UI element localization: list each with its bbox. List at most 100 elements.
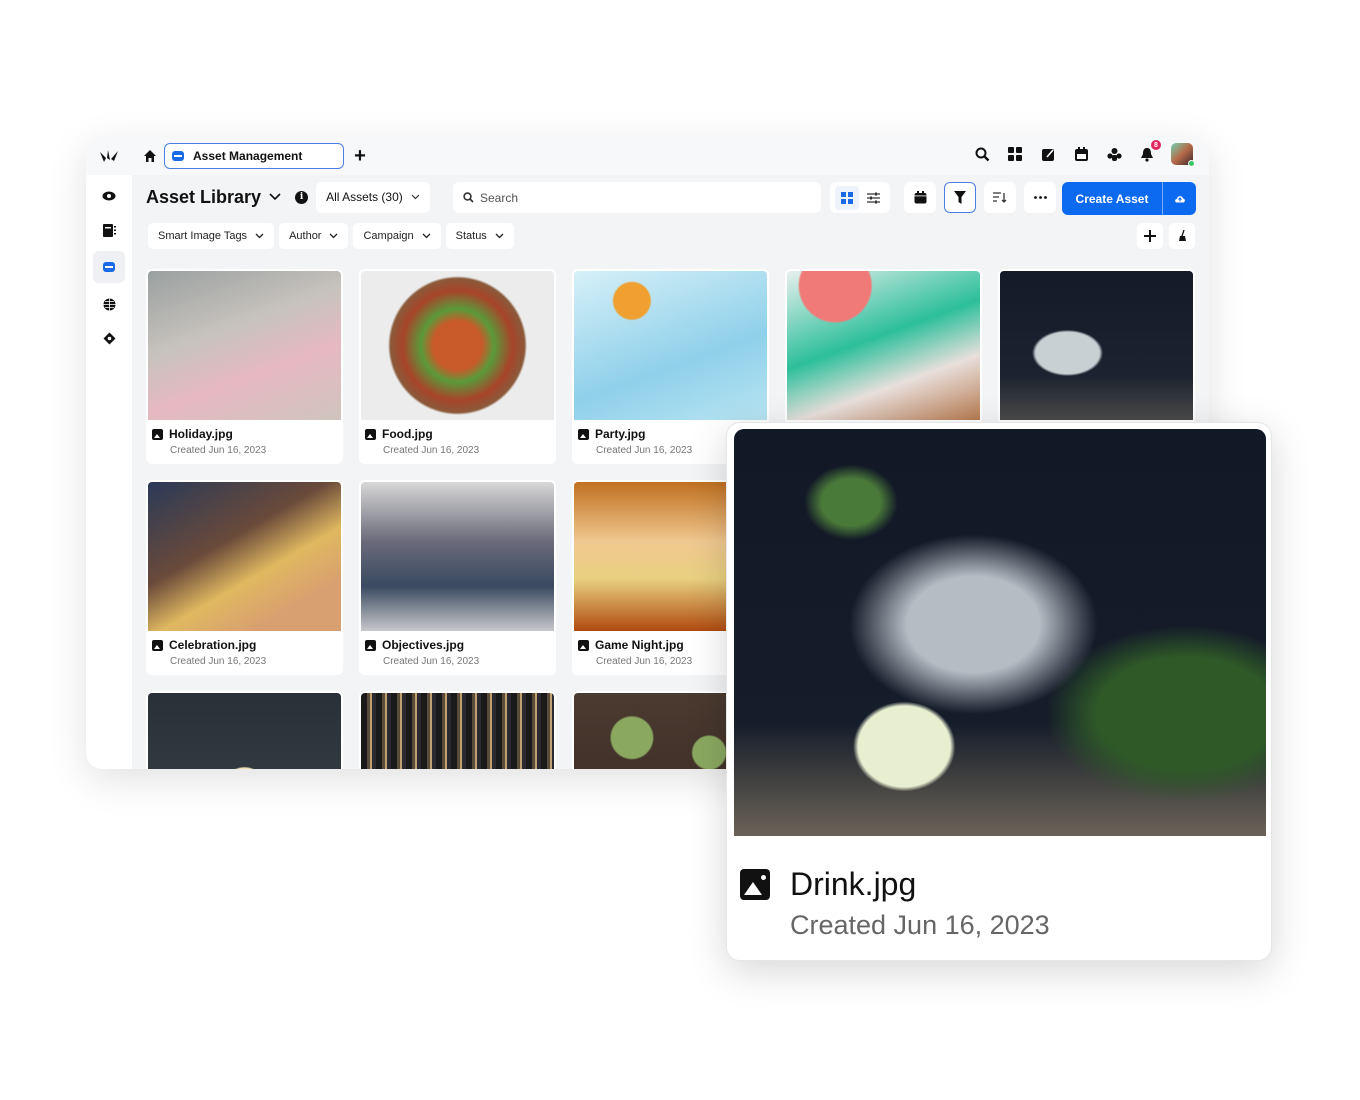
sort-icon — [993, 192, 1007, 203]
asset-date: Created Jun 16, 2023 — [170, 445, 267, 456]
image-file-icon — [578, 639, 589, 651]
chevron-down-icon — [411, 194, 420, 200]
search-icon[interactable] — [973, 145, 991, 163]
chevron-down-icon — [495, 233, 504, 239]
filter-smart-image-tags[interactable]: Smart Image Tags — [148, 223, 275, 249]
info-icon[interactable]: i — [295, 190, 309, 204]
asset-box-icon — [102, 261, 116, 273]
asset-name: Party.jpg — [595, 427, 646, 441]
ticket-icon — [103, 332, 116, 345]
plus-icon — [1144, 230, 1156, 242]
calendar-icon — [914, 191, 927, 204]
sidebar-item-asset-management[interactable] — [93, 251, 125, 283]
asset-card[interactable]: Holiday.jpg Created Jun 16, 2023 — [146, 269, 343, 464]
apps-grid-icon[interactable] — [1006, 145, 1024, 163]
notifications-bell-icon[interactable]: 8 — [1138, 140, 1161, 163]
image-file-icon — [740, 869, 770, 900]
chevron-down-icon — [255, 233, 264, 239]
asset-card[interactable] — [359, 691, 556, 769]
image-file-icon — [152, 639, 163, 651]
asset-preview-image — [734, 429, 1266, 836]
asset-date: Created Jun 16, 2023 — [170, 656, 267, 667]
image-file-icon — [365, 428, 376, 440]
new-tab-button[interactable]: + — [352, 146, 368, 166]
asset-card[interactable]: Celebration.jpg Created Jun 16, 2023 — [146, 480, 343, 675]
asset-thumbnail — [787, 271, 980, 420]
tab-asset-management[interactable]: Asset Management — [164, 143, 344, 169]
sidebar — [86, 175, 132, 769]
brand-logo-icon[interactable] — [96, 146, 122, 166]
user-avatar[interactable] — [1171, 143, 1195, 167]
filter-label: Author — [289, 230, 322, 242]
asset-thumbnail — [148, 693, 341, 769]
compose-icon[interactable] — [1039, 145, 1057, 163]
sliders-icon — [866, 192, 880, 204]
eye-icon — [102, 191, 116, 201]
asset-preview-card[interactable]: Drink.jpg Created Jun 16, 2023 — [726, 422, 1272, 961]
chevron-down-icon — [329, 233, 338, 239]
list-settings-button[interactable] — [861, 186, 885, 210]
image-file-icon — [578, 428, 589, 440]
page-title: Asset Library — [146, 186, 262, 207]
create-asset-button[interactable]: Create Asset — [1062, 182, 1163, 215]
grid-view-button[interactable] — [835, 185, 859, 210]
broom-icon — [1177, 230, 1188, 242]
image-file-icon — [365, 639, 376, 651]
filter-status[interactable]: Status — [445, 223, 514, 249]
asset-name: Game Night.jpg — [595, 638, 684, 652]
more-horizontal-icon — [1033, 196, 1047, 199]
filter-author[interactable]: Author — [279, 223, 349, 249]
sidebar-item-publishing[interactable] — [93, 217, 125, 243]
chevron-down-icon — [269, 193, 281, 201]
image-file-icon — [152, 428, 163, 440]
filter-label: Smart Image Tags — [158, 230, 248, 242]
filter-label: Campaign — [363, 230, 414, 242]
sidebar-item-listening[interactable] — [93, 183, 125, 209]
asset-card[interactable] — [146, 691, 343, 769]
filter-button[interactable] — [944, 182, 976, 213]
search-input[interactable]: Search — [453, 182, 821, 213]
asset-thumbnail — [148, 271, 341, 420]
tab-label: Asset Management — [193, 149, 303, 163]
sort-button[interactable] — [984, 182, 1016, 213]
globe-icon — [103, 298, 116, 311]
cloud-upload-icon — [1174, 194, 1186, 203]
upload-button[interactable] — [1163, 182, 1196, 215]
asset-name: Celebration.jpg — [169, 638, 257, 652]
sidebar-item-global[interactable] — [93, 291, 125, 317]
asset-thumbnail — [1000, 271, 1193, 420]
search-placeholder: Search — [480, 190, 519, 205]
top-bar: Asset Management + 8 — [86, 137, 1209, 175]
create-asset-split-button: Create Asset — [1062, 182, 1196, 215]
preview-asset-name: Drink.jpg — [790, 866, 917, 902]
community-icon[interactable] — [1105, 145, 1123, 163]
asset-name: Objectives.jpg — [382, 638, 465, 652]
asset-date: Created Jun 16, 2023 — [383, 445, 480, 456]
preview-asset-date: Created Jun 16, 2023 — [790, 910, 1050, 940]
filter-label: Status — [455, 230, 487, 242]
clear-filters-button[interactable] — [1169, 223, 1195, 249]
grid-view-icon — [841, 191, 853, 204]
calendar-icon[interactable] — [1072, 145, 1090, 163]
filter-campaign[interactable]: Campaign — [353, 223, 441, 249]
sidebar-item-settings[interactable] — [93, 325, 125, 351]
asset-thumbnail — [148, 482, 341, 631]
view-select[interactable]: All Assets (30) — [316, 181, 430, 213]
filter-icon — [954, 191, 966, 204]
page-title-dropdown[interactable]: Asset Library — [146, 187, 281, 208]
asset-thumbnail — [361, 271, 554, 420]
online-status-dot — [1188, 160, 1195, 167]
asset-box-icon — [171, 150, 185, 162]
view-toggle — [830, 182, 890, 213]
calendar-button[interactable] — [904, 182, 936, 213]
asset-card[interactable]: Food.jpg Created Jun 16, 2023 — [359, 269, 556, 464]
asset-thumbnail — [574, 271, 767, 420]
asset-card[interactable]: Objectives.jpg Created Jun 16, 2023 — [359, 480, 556, 675]
view-select-value: All Assets (30) — [326, 190, 403, 204]
asset-date: Created Jun 16, 2023 — [383, 656, 480, 667]
home-icon[interactable] — [142, 148, 158, 164]
asset-thumbnail — [361, 482, 554, 631]
more-options-button[interactable] — [1024, 182, 1056, 213]
add-filter-button[interactable] — [1137, 223, 1163, 249]
asset-name: Holiday.jpg — [169, 427, 233, 441]
